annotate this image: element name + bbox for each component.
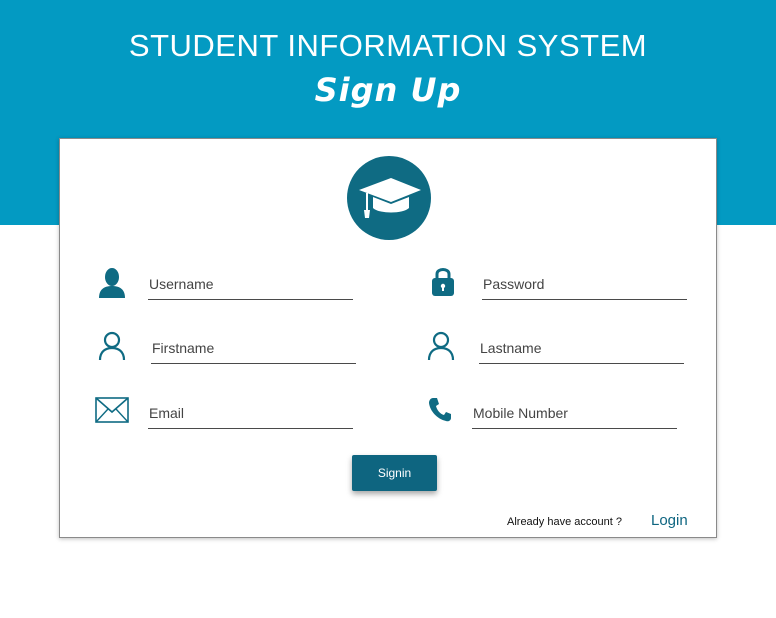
mobile-input[interactable] <box>472 403 677 429</box>
lock-icon <box>430 265 456 302</box>
username-field-group <box>95 264 355 304</box>
envelope-icon <box>95 397 129 428</box>
firstname-input[interactable] <box>151 338 356 364</box>
user-solid-icon <box>98 267 126 304</box>
signup-card: Signin Already have account ? Login <box>59 138 717 538</box>
lastname-input[interactable] <box>479 338 684 364</box>
login-link[interactable]: Login <box>651 512 688 529</box>
signin-button[interactable]: Signin <box>352 455 437 491</box>
password-input[interactable] <box>482 274 687 300</box>
username-input[interactable] <box>148 274 353 300</box>
password-field-group <box>428 264 690 304</box>
mobile-field-group <box>425 393 687 433</box>
app-title: STUDENT INFORMATION SYSTEM <box>128 28 648 63</box>
already-account-text: Already have account ? <box>507 516 622 528</box>
graduation-cap-icon <box>347 156 431 240</box>
email-input[interactable] <box>148 403 353 429</box>
lastname-field-group <box>425 328 687 368</box>
email-field-group <box>95 393 357 433</box>
phone-icon <box>428 397 452 428</box>
user-outline-icon <box>98 331 126 366</box>
page-heading: Sign Up <box>314 71 462 109</box>
user-outline-icon <box>427 331 455 366</box>
firstname-field-group <box>95 328 357 368</box>
